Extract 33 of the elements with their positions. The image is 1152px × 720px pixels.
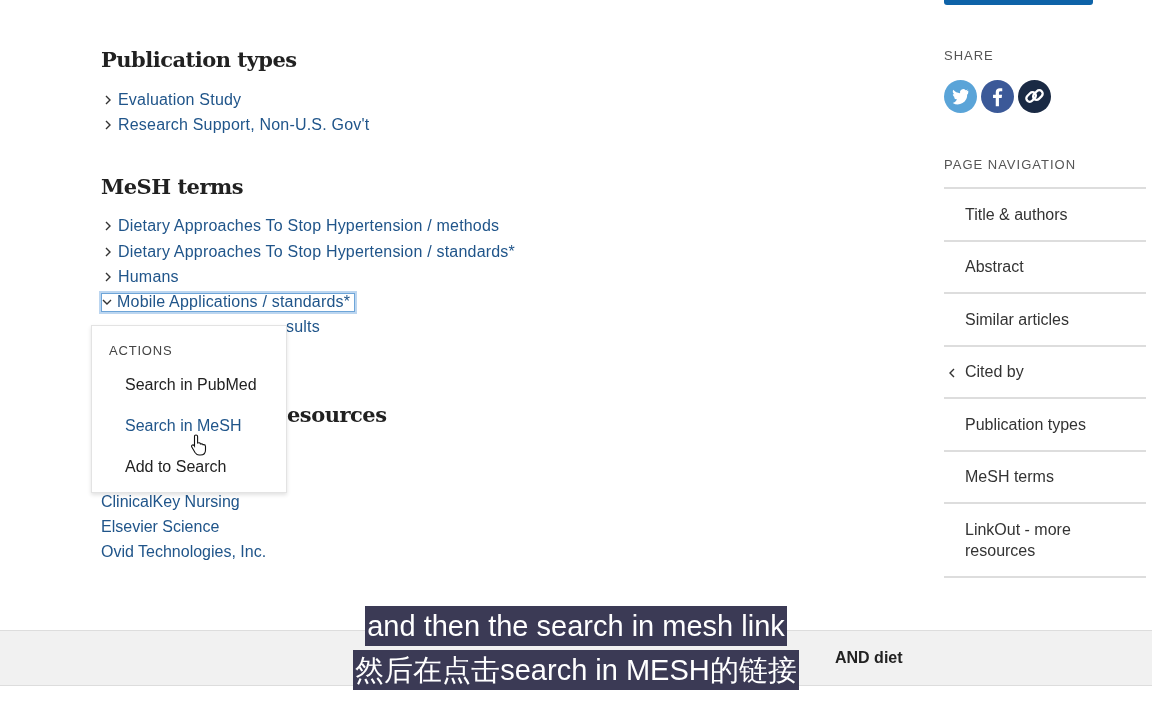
link-icon[interactable] [1018, 80, 1051, 113]
term-link[interactable]: Evaluation Study [102, 90, 247, 110]
menu-item[interactable]: Add to Search [125, 446, 227, 487]
term-link[interactable]: Dietary Approaches To Stop Hypertension / methods [102, 216, 505, 236]
term-link[interactable]: Humans [102, 267, 184, 287]
chevron-icon [103, 271, 113, 282]
chevron-icon [103, 246, 113, 257]
navigation-link[interactable]: Title & authors [944, 189, 1146, 242]
term-link[interactable]: Research Support, Non-U.S. Gov't [102, 115, 375, 135]
section-heading: MeSH terms [101, 173, 244, 200]
menu-heading: ACTIONS [109, 343, 173, 359]
chevron-icon [103, 94, 113, 105]
navigation-link[interactable]: Abstract [944, 241, 1146, 294]
navigation-link[interactable]: MeSH terms [944, 451, 1146, 504]
chevron-icon [103, 221, 113, 232]
term-link[interactable]: Mobile Applications / standards* [101, 292, 356, 312]
navigation-link[interactable]: Cited by [944, 346, 1146, 399]
menu-item[interactable]: Search in MeSH [125, 405, 242, 446]
provider-link[interactable]: Elsevier Science [101, 514, 220, 540]
page-navigation-label: PAGE NAVIGATION [944, 157, 1078, 172]
term-link[interactable]: Dietary Approaches To Stop Hypertension / standards* [102, 242, 520, 262]
section-heading: Publication types [101, 47, 297, 73]
section-heading: esources [287, 402, 387, 429]
share-label: SHARE [944, 48, 995, 63]
navigation-link[interactable]: Publication types [944, 399, 1146, 452]
navigation-link[interactable]: LinkOut - more resources [944, 504, 1146, 578]
provider-link[interactable]: ClinicalKey Nursing [101, 489, 240, 515]
chevron-icon [103, 119, 113, 130]
provider-link[interactable]: Ovid Technologies, Inc. [101, 539, 267, 565]
menu-item[interactable]: Search in PubMed [125, 364, 257, 405]
search-query-text: AND diet [835, 649, 903, 667]
navigation-link[interactable]: Similar articles [944, 294, 1146, 347]
facebook-icon[interactable] [981, 80, 1014, 113]
